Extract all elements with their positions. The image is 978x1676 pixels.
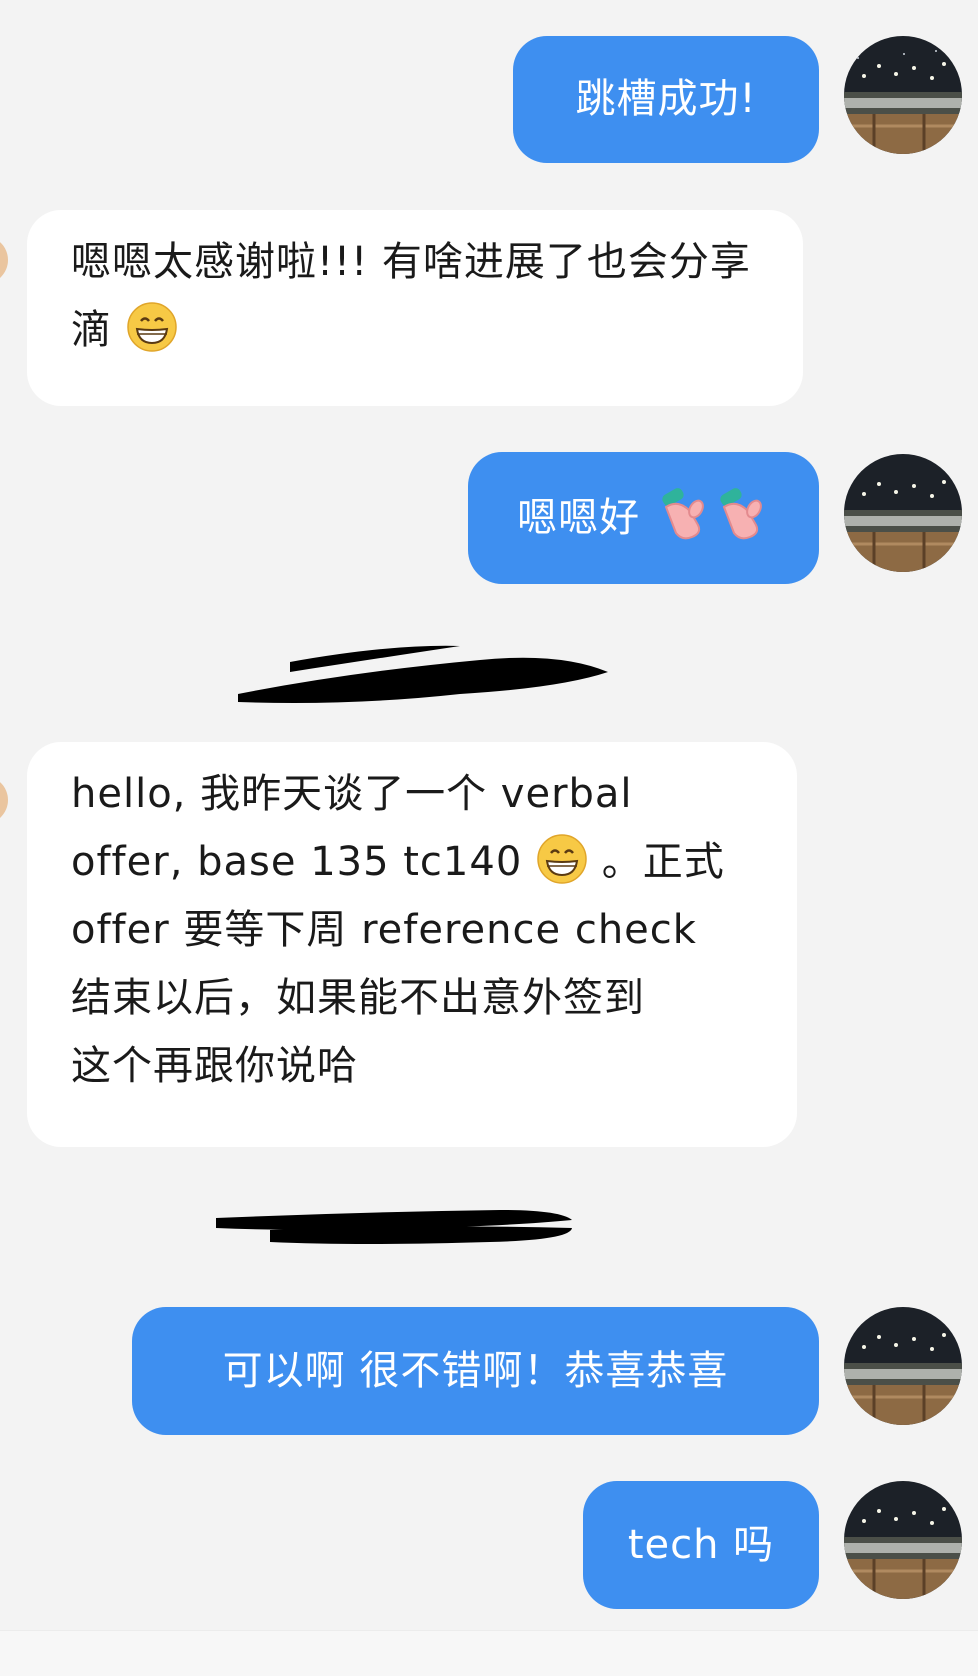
- incoming-message-bubble[interactable]: 嗯嗯太感谢啦!!! 有啥进展了也会分享滴: [27, 210, 803, 406]
- contact-avatar-partial[interactable]: [0, 236, 8, 284]
- outgoing-message-bubble[interactable]: 可以啊 很不错啊！恭喜恭喜: [132, 1307, 819, 1435]
- night-scene-avatar-icon: [844, 1307, 962, 1425]
- input-bar-edge: [0, 1630, 978, 1676]
- outgoing-message-bubble[interactable]: tech 吗: [583, 1481, 819, 1609]
- incoming-message-bubble[interactable]: hello, 我昨天谈了一个 verbal offer, base 135 tc…: [27, 742, 797, 1147]
- redaction-scribble: [238, 645, 608, 703]
- message-line: 这个再跟你说哈: [71, 1043, 358, 1089]
- outgoing-message-bubble[interactable]: 跳槽成功!: [513, 36, 819, 163]
- night-scene-avatar-icon: [844, 36, 962, 154]
- night-scene-avatar-icon: [844, 454, 962, 572]
- my-avatar[interactable]: [844, 1481, 962, 1599]
- contact-avatar-partial[interactable]: [0, 776, 8, 824]
- message-text: 嗯嗯好: [517, 495, 641, 541]
- message-line: offer, base 135 tc140: [71, 839, 523, 885]
- grinning-face-emoji: [126, 302, 177, 352]
- mittens-emoji: [720, 488, 762, 540]
- redaction-scribble: [216, 1210, 572, 1244]
- my-avatar[interactable]: [844, 1307, 962, 1425]
- message-text: 可以啊 很不错啊！恭喜恭喜: [222, 1348, 729, 1394]
- message-line-with-emoji: offer, base 135 tc140 。正式: [71, 828, 757, 896]
- message-line: 。正式: [601, 839, 725, 885]
- grinning-face-emoji: [537, 834, 587, 884]
- my-avatar[interactable]: [844, 454, 962, 572]
- my-avatar[interactable]: [844, 36, 962, 154]
- night-scene-avatar-icon: [844, 1481, 962, 1599]
- message-text: tech 吗: [627, 1522, 775, 1568]
- message-text: 跳槽成功!: [575, 76, 757, 122]
- message-line: 结束以后，如果能不出意外签到: [71, 975, 645, 1021]
- mittens-emoji: [662, 488, 704, 540]
- message-line: offer 要等下周 reference check: [71, 907, 697, 953]
- outgoing-message-bubble[interactable]: 嗯嗯好: [468, 452, 819, 584]
- message-line: hello, 我昨天谈了一个 verbal: [71, 771, 633, 817]
